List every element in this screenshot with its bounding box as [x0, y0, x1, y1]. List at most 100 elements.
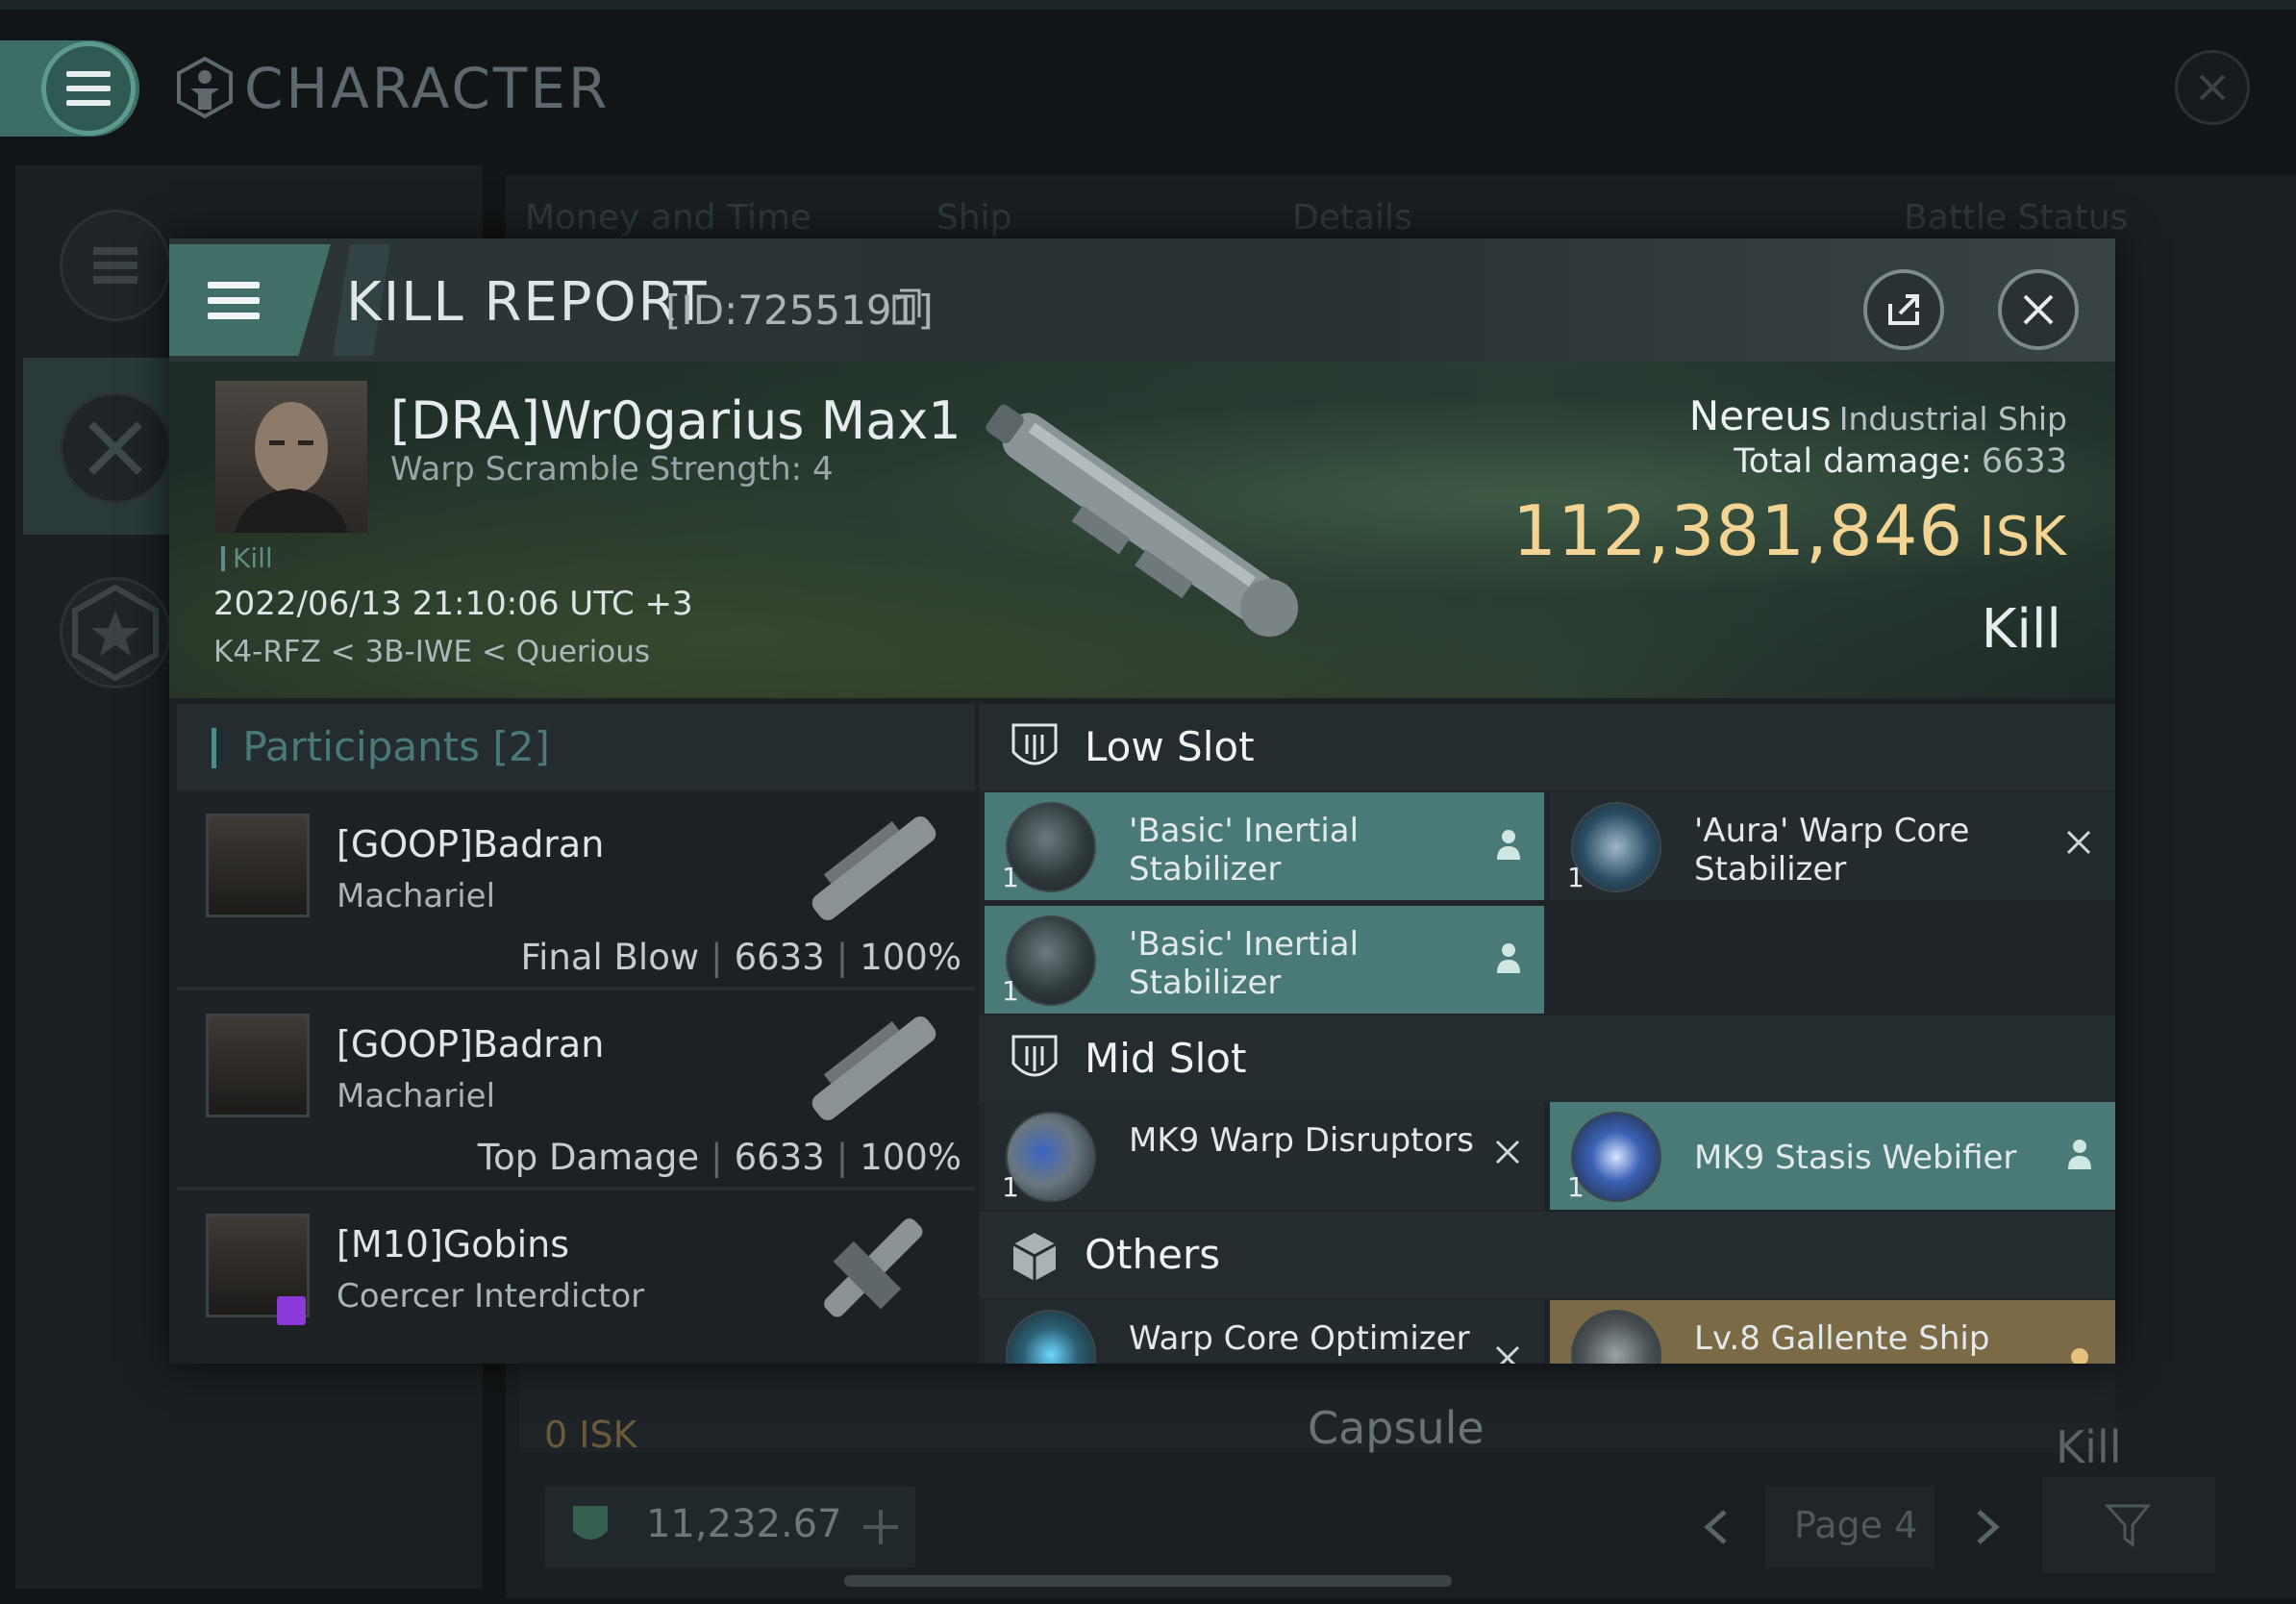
cube-icon [1012, 1233, 1057, 1281]
ship-info: Nereus Industrial Ship [1689, 392, 2067, 439]
kill-summary: [DRA]Wr0garius Max1 Warp Scramble Streng… [169, 362, 2115, 698]
filter-icon [2104, 1504, 2152, 1547]
victim-name[interactable]: [DRA]Wr0garius Max1 [390, 390, 961, 451]
close-button[interactable] [1998, 269, 2079, 350]
participant-percent: 100% [860, 1137, 961, 1178]
inertial-stabilizer-icon [1006, 915, 1096, 1006]
module-name: Warp Core Optimizer [1129, 1319, 1470, 1358]
module-quantity: 1 [1567, 1171, 1585, 1203]
participant-name[interactable]: [M10]Gobins [337, 1223, 569, 1266]
destroyed-x-icon [1495, 1140, 1520, 1165]
participant-badge-icon [277, 1296, 306, 1325]
top-edge-bar [0, 0, 2296, 10]
character-icon [177, 56, 233, 119]
column-money-time: Money and Time [525, 198, 812, 238]
participant-role: Top Damage [477, 1137, 700, 1178]
star-badge-icon[interactable] [60, 577, 171, 689]
participant-avatar[interactable] [206, 1014, 310, 1117]
module-name: 'Basic' Inertial Stabilizer [1129, 812, 1360, 889]
warp-core-stabilizer-icon [1571, 802, 1661, 892]
module-quantity: 1 [1002, 975, 1019, 1007]
module-card[interactable]: Lv.8 Gallente Ship [1550, 1300, 2115, 1364]
module-card[interactable]: 1 'Basic' Inertial Stabilizer [985, 906, 1544, 1014]
victim-avatar[interactable] [215, 381, 367, 533]
total-damage: Total damage: 6633 [1734, 442, 2067, 481]
row-result: Kill [2056, 1421, 2122, 1473]
participants-panel: Participants [2] [GOOP]Badran Machariel … [177, 704, 975, 1364]
participant-damage: 6633 [734, 1137, 825, 1178]
filter-button[interactable] [2042, 1477, 2215, 1573]
others-title: Others [1085, 1231, 1221, 1278]
ship-class: Industrial Ship [1838, 400, 2067, 438]
window-title: CHARACTER [244, 56, 611, 121]
wallet-shield-icon [573, 1506, 608, 1540]
hamburger-icon [66, 71, 111, 106]
isk-value: 112,381,846 ISK [1512, 490, 2067, 571]
dropped-person-icon [1497, 943, 1520, 973]
fittings-panel: Low Slot 1 'Basic' Inertial Stabilizer 1… [979, 704, 2115, 1364]
participants-label: Participants [242, 723, 481, 770]
share-button[interactable] [1863, 269, 1944, 350]
module-quantity: 1 [1567, 862, 1585, 893]
module-card[interactable]: 1 MK9 Stasis Webifier [1550, 1102, 2115, 1210]
kill-report-title: KILL REPORT [346, 271, 709, 334]
hamburger-icon [208, 281, 260, 319]
total-damage-label: Total damage: [1734, 442, 1972, 481]
column-details: Details [1292, 198, 1412, 238]
warp-disruptor-icon [1006, 1112, 1096, 1202]
participant-row[interactable]: [GOOP]Badran Machariel Top Damage | 6633 | 1… [177, 987, 975, 1189]
participant-stats: Top Damage | 6633 | 100% [477, 1137, 961, 1178]
mid-slot-title: Mid Slot [1085, 1035, 1247, 1082]
next-page-icon[interactable] [1967, 1506, 2006, 1548]
stasis-webifier-icon [1571, 1112, 1661, 1202]
participant-row[interactable]: [GOOP]Badran Machariel Final Blow | 6633 | 1… [177, 787, 975, 989]
participant-ship: Coercer Interdictor [337, 1277, 645, 1316]
row-ship: Capsule [1308, 1402, 1485, 1454]
destroyed-x-icon [2066, 830, 2091, 855]
module-card[interactable]: 1 MK9 Warp Disruptors [985, 1102, 1544, 1210]
kill-report-dialog: KILL REPORT [ID:7255191] [DRA]Wr0garius … [169, 238, 2115, 1364]
participant-row[interactable]: [M10]Gobins Coercer Interdictor [177, 1187, 975, 1364]
participant-ship: Machariel [337, 1077, 496, 1115]
close-icon [2199, 74, 2226, 101]
participant-percent: 100% [860, 937, 961, 978]
prev-page-icon[interactable] [1698, 1506, 1736, 1548]
participant-ship-icon [811, 816, 936, 920]
module-card[interactable]: Warp Core Optimizer [985, 1300, 1544, 1364]
module-name: Lv.8 Gallente Ship [1694, 1319, 1990, 1358]
kill-datetime: 2022/06/13 21:10:06 UTC +3 [213, 585, 693, 623]
share-icon [1888, 294, 1919, 325]
copy-icon[interactable] [892, 288, 921, 325]
participant-ship-icon [811, 1016, 936, 1120]
total-damage-value: 6633 [1981, 442, 2067, 481]
inertial-stabilizer-icon [1006, 802, 1096, 892]
ship-name[interactable]: Nereus [1689, 392, 1832, 439]
mid-slot-icon [1011, 1035, 1058, 1077]
gallente-ship-icon [1571, 1310, 1661, 1364]
module-card[interactable]: 1 'Basic' Inertial Stabilizer [985, 792, 1544, 900]
participant-name[interactable]: [GOOP]Badran [337, 823, 604, 865]
window-close-button[interactable] [2175, 50, 2250, 125]
participants-count: [2] [492, 723, 550, 770]
module-name: 'Basic' Inertial Stabilizer [1129, 925, 1360, 1002]
participant-name[interactable]: [GOOP]Badran [337, 1023, 604, 1065]
participants-title: Participants [2] [212, 723, 550, 770]
dropped-person-icon [2068, 1140, 2091, 1169]
dropped-icon [2071, 1348, 2088, 1364]
ship-render [986, 404, 1299, 638]
low-slot-header: Low Slot [979, 704, 2115, 790]
kill-tag: Kill [221, 542, 273, 574]
participant-damage: 6633 [734, 937, 825, 978]
main-menu-button[interactable] [0, 40, 139, 137]
crossed-swords-icon[interactable] [60, 392, 171, 504]
horizontal-scrollbar[interactable] [844, 1575, 1452, 1587]
sidebar-menu-icon[interactable] [60, 210, 171, 321]
warp-scramble-strength: Warp Scramble Strength: 4 [390, 450, 834, 489]
destroyed-x-icon [1495, 1345, 1520, 1364]
participant-avatar[interactable] [206, 814, 310, 917]
add-isk-icon[interactable] [854, 1500, 908, 1554]
column-ship: Ship [936, 198, 1012, 238]
module-card[interactable]: 1 'Aura' Warp Core Stabilizer [1550, 792, 2115, 900]
participant-ship: Machariel [337, 877, 496, 915]
others-header: Others [979, 1212, 2115, 1298]
